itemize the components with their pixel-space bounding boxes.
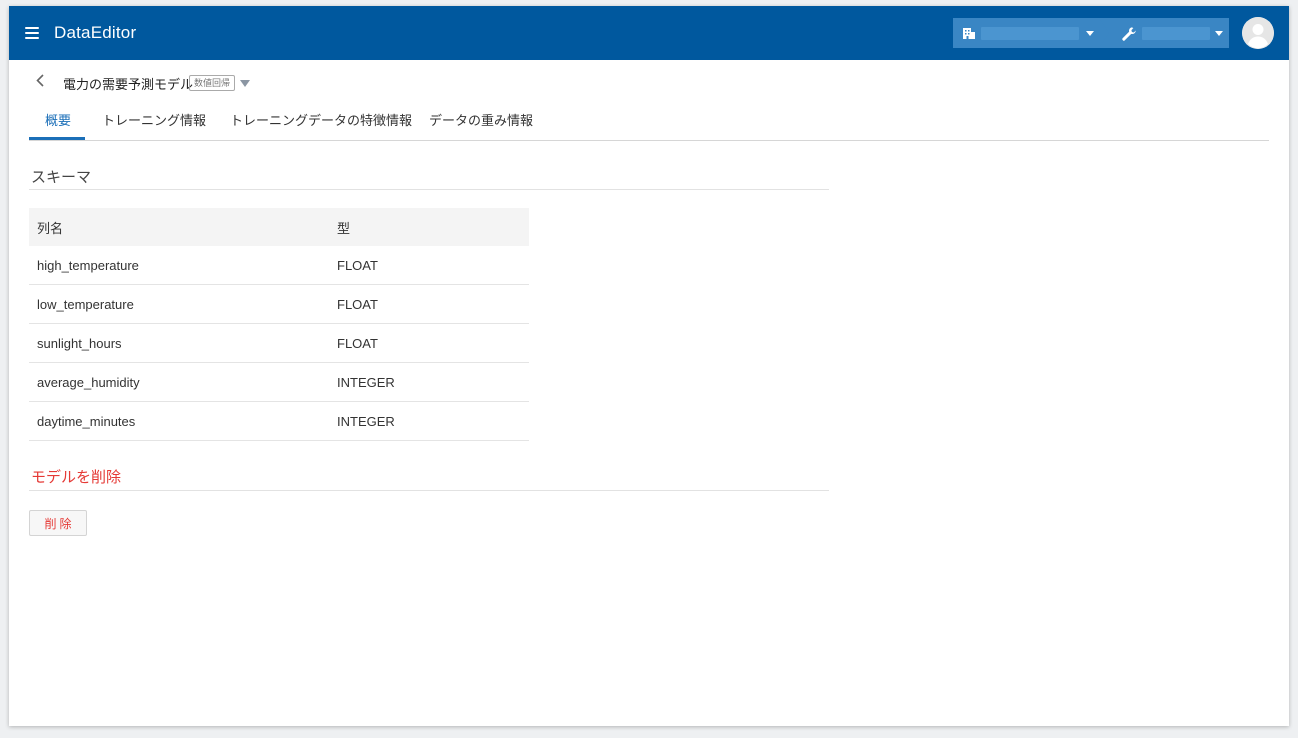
tab-overview[interactable]: 概要 <box>45 110 71 129</box>
organization-value <box>981 27 1079 40</box>
organization-selector[interactable] <box>953 18 1111 48</box>
column-name-cell: high_temperature <box>29 246 329 285</box>
tab-data-weights[interactable]: データの重み情報 <box>429 110 533 129</box>
user-icon <box>1242 17 1274 49</box>
table-row: low_temperature FLOAT <box>29 284 529 324</box>
app-window: DataEditor 電力の需要予測モデル 数値回帰 概要 トレーニング情報 ト… <box>9 6 1289 726</box>
column-type-cell: INTEGER <box>329 362 529 402</box>
delete-model-heading: モデルを削除 <box>31 469 122 486</box>
table-row: daytime_minutes INTEGER <box>29 401 529 441</box>
chevron-down-icon <box>1086 31 1094 36</box>
project-value <box>1142 27 1210 40</box>
tab-bar: 概要 トレーニング情報 トレーニングデータの特徴情報 データの重み情報 <box>29 102 1269 141</box>
menu-icon[interactable] <box>25 27 39 39</box>
chevron-down-icon <box>1215 31 1223 36</box>
avatar[interactable] <box>1242 17 1274 49</box>
caret-down-icon[interactable] <box>240 80 250 87</box>
column-type-cell: FLOAT <box>329 323 529 363</box>
column-type-cell: INTEGER <box>329 401 529 441</box>
table-row: average_humidity INTEGER <box>29 362 529 402</box>
table-row: sunlight_hours FLOAT <box>29 323 529 363</box>
column-name-cell: daytime_minutes <box>29 401 329 441</box>
top-app-bar: DataEditor <box>9 6 1289 60</box>
wrench-icon <box>1122 27 1136 41</box>
delete-button[interactable]: 削除 <box>29 510 87 536</box>
table-header-row: 列名 型 <box>29 208 529 246</box>
project-selector[interactable] <box>1099 18 1229 48</box>
active-tab-indicator <box>29 137 85 140</box>
model-type-badge: 数値回帰 <box>189 75 236 91</box>
column-name-cell: sunlight_hours <box>29 323 329 363</box>
column-header-type: 型 <box>329 208 529 246</box>
table-row: high_temperature FLOAT <box>29 246 529 285</box>
column-type-cell: FLOAT <box>329 246 529 285</box>
app-title: DataEditor <box>54 23 137 42</box>
tab-training-data-features[interactable]: トレーニングデータの特徴情報 <box>230 110 412 129</box>
schema-heading: スキーマ <box>31 169 92 186</box>
back-button[interactable] <box>33 72 49 90</box>
building-icon <box>963 28 975 39</box>
column-name-cell: average_humidity <box>29 362 329 402</box>
column-type-cell: FLOAT <box>329 284 529 324</box>
tab-training-info[interactable]: トレーニング情報 <box>102 110 206 129</box>
divider <box>29 189 829 190</box>
model-title: 電力の需要予測モデル <box>63 77 194 92</box>
schema-table: 列名 型 high_temperature FLOAT low_temperat… <box>29 208 529 441</box>
column-name-cell: low_temperature <box>29 284 329 324</box>
divider <box>29 490 829 491</box>
column-header-name: 列名 <box>29 208 329 246</box>
chevron-left-icon <box>36 74 44 87</box>
